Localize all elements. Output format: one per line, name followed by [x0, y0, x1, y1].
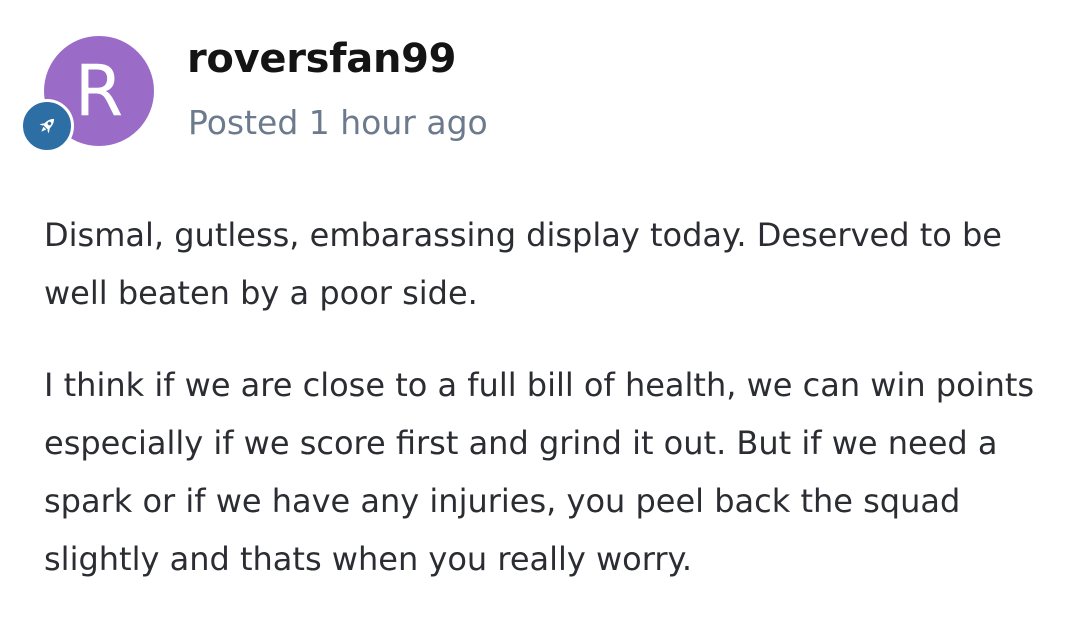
post-paragraph: I think if we are close to a full bill o…	[44, 366, 1035, 578]
post-timestamp: Posted 1 hour ago	[188, 103, 488, 142]
post-body: Dismal, gutless, embarassing display tod…	[44, 206, 1054, 622]
post-paragraph: Dismal, gutless, embarassing display tod…	[44, 216, 1002, 312]
author-avatar-group[interactable]: R	[20, 36, 154, 153]
author-username[interactable]: roversfan99	[187, 36, 456, 82]
rocket-icon	[20, 99, 74, 153]
forum-post: R roversfan99 Posted 1 hour ago Dismal, …	[0, 0, 1080, 613]
